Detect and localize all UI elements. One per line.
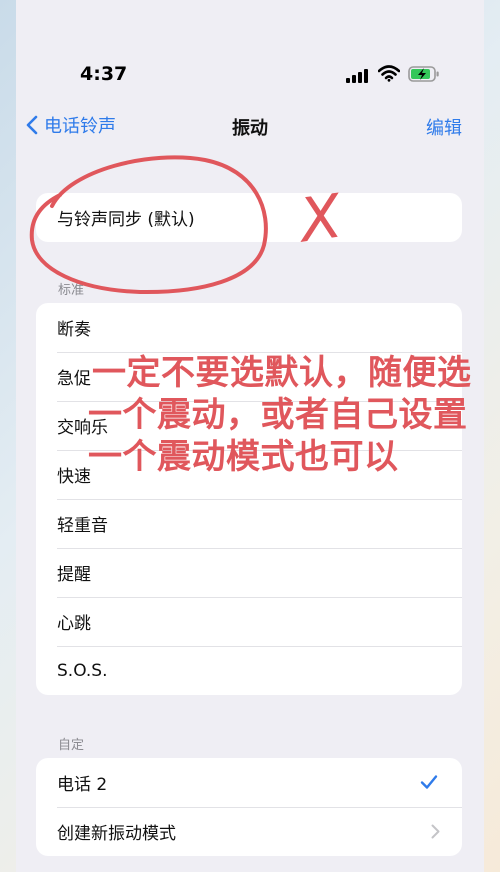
list-item[interactable]: S.O.S. (36, 646, 462, 695)
list-item[interactable]: 提醒 (36, 548, 462, 597)
list-item-label: 电话 2 (57, 775, 108, 795)
annotation-line-1: 一定不要选默认，随便选 (92, 353, 472, 393)
list-item[interactable]: 轻重音 (36, 499, 462, 548)
navigation-bar: 电话铃声 振动 编辑 (16, 106, 484, 146)
standard-section-header: 标准 (58, 283, 85, 298)
list-item-label: 心跳 (57, 614, 91, 634)
edit-button[interactable]: 编辑 (426, 114, 462, 140)
status-bar: 4:37 (16, 0, 484, 100)
list-item-label: 急促 (57, 369, 91, 389)
list-item-label: S.O.S. (57, 660, 108, 681)
annotation-text: 一定不要选默认，随便选 一个震动，或者自己设置 一个震动模式也可以 (88, 352, 498, 478)
page-title: 振动 (232, 118, 268, 139)
list-item-label: 创建新振动模式 (57, 824, 176, 844)
list-item[interactable]: 断奏 (36, 303, 462, 352)
list-item-label: 快速 (57, 467, 91, 487)
status-time: 4:37 (80, 63, 128, 85)
list-item-label: 断奏 (57, 320, 91, 340)
battery-charging-icon (408, 66, 440, 86)
sync-card: 与铃声同步 (默认) (36, 193, 462, 242)
wifi-icon (377, 65, 401, 86)
cellular-signal-icon (346, 68, 370, 87)
create-new-vibration-row[interactable]: 创建新振动模式 (36, 807, 462, 856)
sync-row-label: 与铃声同步 (默认) (57, 210, 195, 230)
custom-item-phone-2[interactable]: 电话 2 (36, 758, 462, 807)
chevron-right-icon (431, 824, 440, 839)
custom-list: 电话 2 创建新振动模式 (36, 758, 462, 856)
list-item-label: 提醒 (57, 565, 91, 585)
list-item[interactable]: 心跳 (36, 597, 462, 646)
custom-section-header: 自定 (58, 738, 85, 753)
annotation-line-3: 一个震动模式也可以 (88, 437, 399, 477)
checkmark-icon (420, 775, 438, 789)
annotation-line-2: 一个震动，或者自己设置 (88, 395, 468, 435)
sync-with-ringtone-row[interactable]: 与铃声同步 (默认) (36, 193, 462, 242)
list-item-label: 轻重音 (57, 516, 108, 536)
